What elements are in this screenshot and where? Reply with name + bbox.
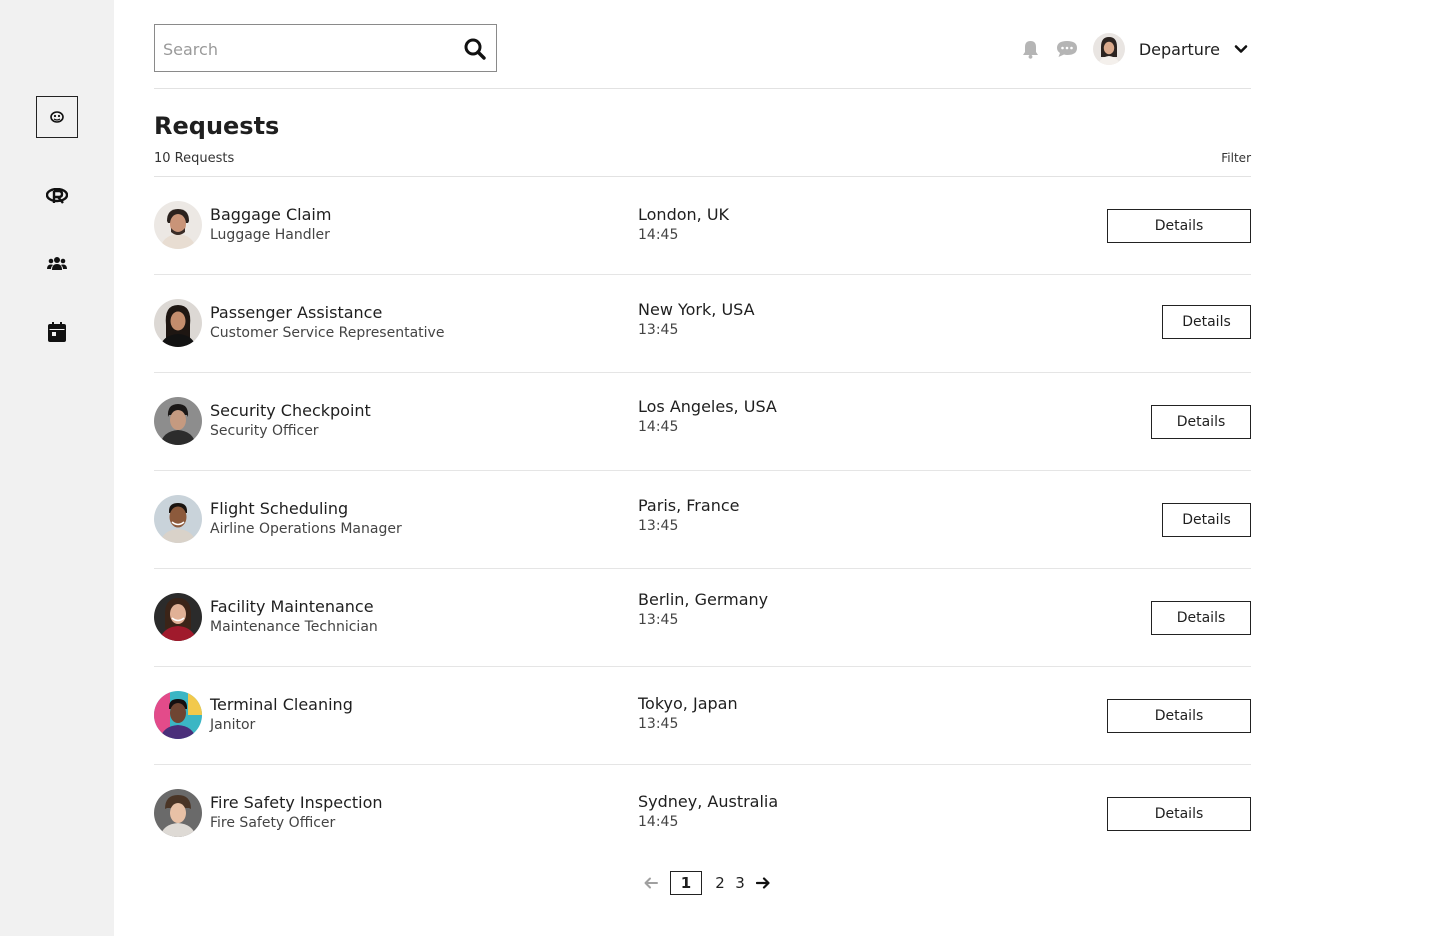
user-toolbar: Departure [1019,30,1251,68]
page-button-3[interactable]: 3 [734,874,746,892]
details-button[interactable]: Details [1162,305,1251,339]
avatar [154,299,202,347]
details-button[interactable]: Details [1107,797,1251,831]
header-divider [154,88,1251,89]
sidebar-item-users[interactable] [36,243,78,285]
prev-page-button[interactable] [642,874,660,892]
list-item: Fire Safety Inspection Fire Safety Offic… [154,765,1251,863]
avatar [154,397,202,445]
page-button-2[interactable]: 2 [714,874,726,892]
arrow-left-icon [644,877,658,889]
filter-button[interactable]: Filter [1221,151,1251,165]
sidebar-item-registry[interactable] [36,175,78,217]
request-role: Maintenance Technician [210,619,378,635]
request-role: Airline Operations Manager [210,521,402,537]
request-title: Terminal Cleaning [210,695,353,714]
request-time: 14:45 [638,814,679,830]
avatar [154,593,202,641]
request-title: Flight Scheduling [210,499,349,518]
search-icon[interactable] [464,38,486,60]
sidebar-item-dashboard[interactable] [36,96,78,138]
request-location: Paris, France [638,496,740,515]
request-role: Luggage Handler [210,227,330,243]
sidebar-item-calendar[interactable] [36,311,78,353]
request-time: 14:45 [638,227,679,243]
details-button[interactable]: Details [1107,209,1251,243]
avatar [154,201,202,249]
request-location: London, UK [638,205,730,224]
bell-icon [1023,40,1039,59]
request-title: Security Checkpoint [210,401,371,420]
user-menu-label[interactable]: Departure [1139,40,1220,59]
request-time: 14:45 [638,419,679,435]
avatar [154,691,202,739]
request-title: Fire Safety Inspection [210,793,383,812]
request-location: New York, USA [638,300,755,319]
users-icon [47,257,67,270]
dashboard-icon [50,111,64,123]
list-item: Security Checkpoint Security Officer Los… [154,373,1251,471]
pagination: 1 2 3 [642,870,772,896]
request-role: Customer Service Representative [210,325,445,341]
avatar [154,495,202,543]
details-button[interactable]: Details [1162,503,1251,537]
page-title: Requests [154,112,280,140]
request-location: Los Angeles, USA [638,397,777,416]
list-item: Flight Scheduling Airline Operations Man… [154,471,1251,569]
page-button-1[interactable]: 1 [670,871,702,895]
list-item: Passenger Assistance Customer Service Re… [154,275,1251,373]
search-input[interactable] [163,37,453,61]
request-list: Baggage Claim Luggage Handler London, UK… [154,177,1251,863]
search-box[interactable] [154,24,497,72]
messages-button[interactable] [1055,37,1079,61]
request-role: Security Officer [210,423,319,439]
calendar-icon [48,322,66,342]
avatar [154,789,202,837]
details-button[interactable]: Details [1151,601,1251,635]
request-title: Passenger Assistance [210,303,383,322]
arrow-right-icon [756,877,770,889]
user-avatar[interactable] [1092,33,1125,65]
request-role: Janitor [210,717,256,733]
sidebar [0,0,114,936]
main-content: Departure Requests 10 Requests Filter Ba… [154,0,1251,936]
request-time: 13:45 [638,518,679,534]
details-button[interactable]: Details [1151,405,1251,439]
list-item: Terminal Cleaning Janitor Tokyo, Japan 1… [154,667,1251,765]
chevron-down-icon[interactable] [1234,42,1248,56]
list-item: Baggage Claim Luggage Handler London, UK… [154,177,1251,275]
request-location: Tokyo, Japan [638,694,738,713]
details-button[interactable]: Details [1107,699,1251,733]
request-title: Baggage Claim [210,205,332,224]
next-page-button[interactable] [754,874,772,892]
request-time: 13:45 [638,716,679,732]
request-title: Facility Maintenance [210,597,374,616]
request-count: 10 Requests [154,151,235,166]
request-location: Sydney, Australia [638,792,779,811]
registry-icon [46,188,68,204]
request-time: 13:45 [638,612,679,628]
notifications-button[interactable] [1019,37,1043,61]
chat-icon [1056,41,1077,57]
request-time: 13:45 [638,322,679,338]
list-item: Facility Maintenance Maintenance Technic… [154,569,1251,667]
request-role: Fire Safety Officer [210,815,336,831]
request-location: Berlin, Germany [638,590,769,609]
